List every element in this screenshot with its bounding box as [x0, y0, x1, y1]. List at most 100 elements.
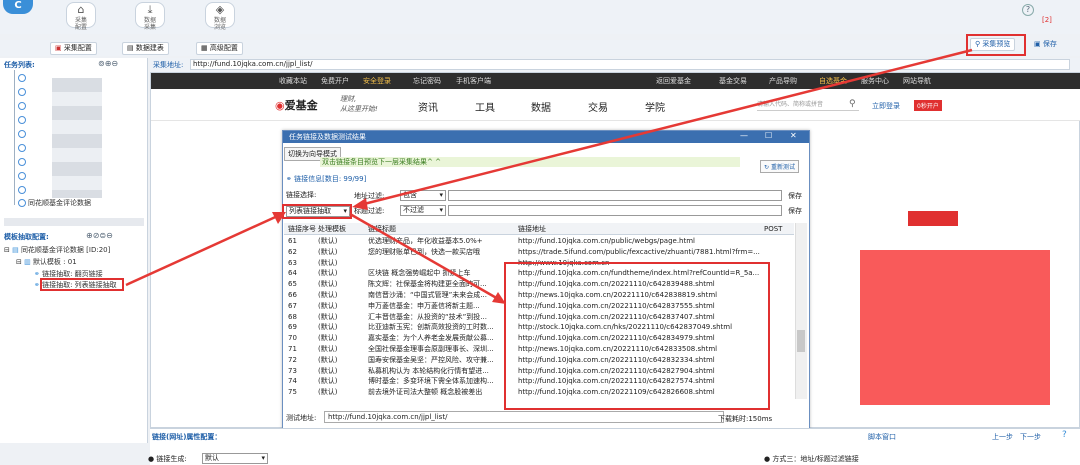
tree-template[interactable]: ⊟ ▥ 默认模板 : 01	[16, 256, 77, 268]
next-step-link[interactable]: 下一步	[1020, 432, 1041, 442]
table-row[interactable]: 61 (默认) 优选理财产品，年化收益基本5.0%+ http://fund.10jq…	[284, 236, 794, 247]
login-link[interactable]: 立即登录	[872, 101, 900, 111]
tree-root-label: 同花顺基金评论数据 [ID:20]	[20, 246, 111, 254]
task-node[interactable]	[18, 114, 28, 126]
row-template: (默认)	[318, 301, 338, 310]
refresh-icon: ↻	[764, 164, 771, 171]
prev-step-link[interactable]: 上一步	[992, 432, 1013, 442]
test-addr-input[interactable]: http://fund.10jqka.com.cn/jjpl_list/	[324, 411, 724, 423]
site-brand[interactable]: ◉爱基金	[275, 97, 318, 113]
col-index[interactable]: 链接序号	[288, 223, 316, 235]
row-index: 61	[288, 237, 297, 245]
row-title: 全国社保基金理事会原副理事长、深圳...	[368, 345, 494, 353]
nav-item[interactable]: 忘记密码	[413, 76, 441, 86]
col-url[interactable]: 链接地址	[518, 223, 546, 235]
left-scrollbar[interactable]	[4, 218, 144, 226]
task-item-label: 同花顺基金评论数据	[28, 199, 91, 207]
nav-item[interactable]: 收藏本站	[279, 76, 307, 86]
task-list-blurred	[52, 78, 102, 198]
menu-academy[interactable]: 学院	[645, 99, 665, 114]
grid-scrollbar[interactable]	[795, 223, 807, 399]
nav-item[interactable]: 手机客户端	[456, 76, 491, 86]
test-addr-label: 测试地址:	[286, 414, 317, 422]
collect-config-button[interactable]: ⌂ 采集 配置	[66, 2, 96, 31]
row-template: (默认)	[318, 323, 338, 332]
task-node[interactable]	[18, 100, 28, 112]
col-template[interactable]: 处理模板	[318, 223, 346, 235]
task-node[interactable]	[18, 128, 28, 140]
close-icon[interactable]: ✕	[790, 131, 797, 140]
nav-item[interactable]: 安全登录	[363, 76, 391, 86]
open-account-button[interactable]: 0秒开户	[914, 100, 942, 111]
title-filter-select[interactable]: 不过滤 ▾	[400, 205, 446, 216]
minimize-icon[interactable]: —	[740, 131, 748, 140]
task-node[interactable]	[18, 156, 28, 168]
data-browse-button[interactable]: ◈ 数据 浏览	[205, 2, 235, 31]
addr-filter-select[interactable]: 包含 ▾	[400, 190, 446, 201]
table-row[interactable]: 62 (默认) 您的理财账单已到，快选一款买店哦 https://trade.5ifu…	[284, 247, 794, 258]
data-collect-label-top: 数据	[143, 17, 156, 24]
home-icon: ⌂	[77, 3, 85, 16]
data-browse-label-top: 数据	[213, 17, 226, 24]
task-node[interactable]	[18, 142, 28, 154]
script-window-link[interactable]: 脚本窗口	[868, 432, 896, 442]
nav-item[interactable]: 自选基金	[819, 76, 847, 86]
site-search-input[interactable]: 请输入代码、简称或拼音	[757, 99, 859, 111]
row-template: (默认)	[318, 280, 338, 289]
method-label: 方式三：地址/标题过滤链接	[772, 455, 859, 463]
nav-item[interactable]: 服务中心	[861, 76, 889, 86]
data-collect-button[interactable]: ⤓ 数据 采集	[135, 2, 165, 31]
addr-filter-save[interactable]: 保存	[788, 191, 802, 201]
col-title[interactable]: 链接标题	[368, 223, 396, 235]
task-node[interactable]	[18, 86, 28, 98]
tab-data-table[interactable]: ▤ 数据建表	[122, 42, 169, 55]
tab-advanced-config[interactable]: ▦ 高级配置	[196, 42, 243, 55]
retest-button[interactable]: ↻ 重新测试	[760, 160, 799, 173]
row-template: (默认)	[318, 247, 338, 256]
nav-item[interactable]: 网站导航	[903, 76, 931, 86]
nav-item[interactable]: 免费开户	[321, 76, 349, 86]
link-gen-select[interactable]: 默认 ▾	[202, 453, 268, 464]
nav-item[interactable]: 返回爱基金	[656, 76, 691, 86]
title-filter-save[interactable]: 保存	[788, 206, 802, 216]
row-url: http://fund.10jqka.com.cn/public/webgs/p…	[518, 237, 696, 245]
tree-link-list[interactable]: ⚭ 链接抽取: 列表链接抽取	[34, 279, 117, 291]
task-node[interactable]	[18, 72, 28, 84]
title-filter-input[interactable]	[448, 205, 782, 216]
row-title: 南信晋沙涌：“中国式管理”未来会成...	[368, 291, 487, 299]
template-controls[interactable]: ⊕⊘⊜⊖	[86, 231, 113, 240]
menu-data[interactable]: 数据	[531, 99, 551, 114]
collect-preview-button[interactable]: ⚲ 采集预览	[970, 38, 1016, 51]
help-icon[interactable]: ?	[1062, 430, 1067, 440]
save-button[interactable]: ▣ 保存	[1034, 39, 1057, 49]
link-select-dropdown[interactable]: 列表链接抽取 ▾	[286, 206, 350, 217]
tree-root[interactable]: ⊟ ▤ 同花顺基金评论数据 [ID:20]	[4, 244, 110, 256]
maximize-icon[interactable]: ☐	[765, 131, 772, 140]
col-post[interactable]: POST	[764, 223, 782, 235]
search-icon[interactable]: ⚲	[849, 99, 856, 109]
row-index: 68	[288, 312, 297, 321]
task-item-fund-comments[interactable]: 同花顺基金评论数据	[18, 197, 91, 209]
nav-item[interactable]: 基金交易	[719, 76, 747, 86]
menu-trade[interactable]: 交易	[588, 99, 608, 114]
menu-tools[interactable]: 工具	[475, 99, 495, 114]
link-gen-label: ● 链接生成:	[148, 454, 187, 464]
address-input[interactable]: http://fund.10jqka.com.cn/jjpl_list/	[190, 59, 1070, 70]
row-title: 私募机构认为 本轮结构化行情有望进...	[368, 366, 489, 375]
help-icon[interactable]: ?	[1022, 4, 1034, 16]
task-node[interactable]	[18, 170, 28, 182]
task-list-controls[interactable]: ⊚⊕⊖	[98, 59, 118, 68]
method-text: ● 方式三：地址/标题过滤链接	[764, 454, 859, 464]
template-config-title: 模板抽取配置:	[4, 233, 49, 241]
url-column-highlight	[504, 262, 770, 410]
site-red-button[interactable]	[908, 211, 958, 226]
menu-news[interactable]: 资讯	[418, 99, 438, 114]
addr-filter-input[interactable]	[448, 190, 782, 201]
collapse-icon: ⊟	[4, 246, 13, 254]
task-node[interactable]	[18, 184, 28, 196]
row-title: 汇丰晋信基金：从投资的“技术”到投...	[368, 312, 487, 321]
nav-item[interactable]: 产品导购	[769, 76, 797, 86]
tab-collect-config[interactable]: ▣ 采集配置	[50, 42, 97, 55]
grid-scroll-thumb[interactable]	[797, 330, 805, 352]
row-title: 您的理财账单已到，快选一款买店哦	[368, 247, 480, 256]
